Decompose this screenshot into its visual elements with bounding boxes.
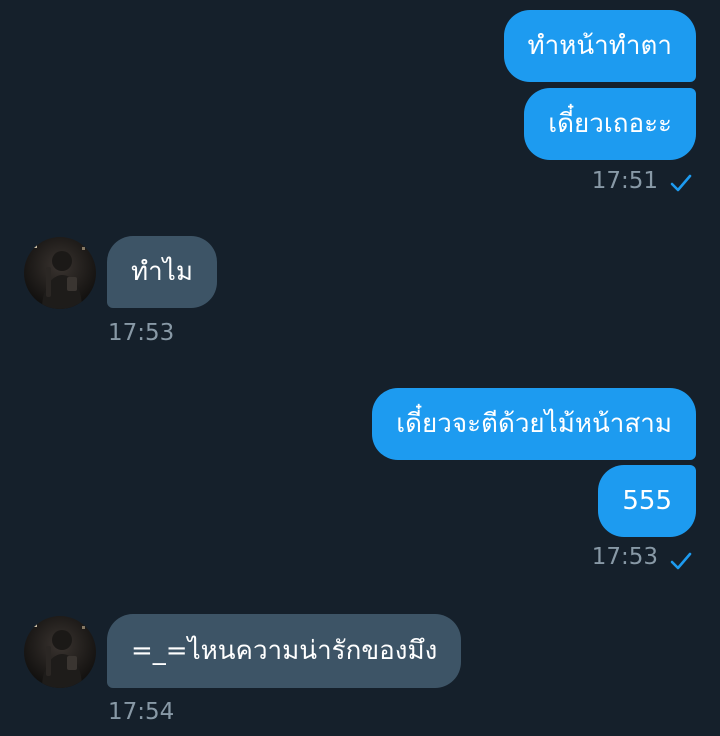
outgoing-message[interactable]: ทำหน้าทำตา (503, 10, 696, 82)
user-avatar[interactable] (24, 616, 96, 688)
dm-conversation: ทำหน้าทำตา เดี๋ยวเถอะะ 17:51 ทำไม 17:53 … (0, 0, 720, 736)
outgoing-message[interactable]: 555 (598, 465, 696, 537)
message-timestamp: 17:53 (108, 320, 175, 346)
incoming-message[interactable]: =_=ไหนความน่ารักของมึง (107, 614, 462, 688)
incoming-message[interactable]: ทำไม (107, 236, 217, 308)
outgoing-message[interactable]: เดี๋ยวจะตีด้วยไม้หน้าสาม (372, 388, 696, 460)
message-timestamp: 17:53 (591, 544, 658, 570)
message-timestamp: 17:54 (108, 699, 175, 725)
check-icon (670, 552, 692, 570)
outgoing-message[interactable]: เดี๋ยวเถอะะ (524, 88, 696, 160)
message-timestamp: 17:51 (591, 168, 658, 194)
check-icon (670, 174, 692, 192)
user-avatar[interactable] (24, 237, 96, 309)
